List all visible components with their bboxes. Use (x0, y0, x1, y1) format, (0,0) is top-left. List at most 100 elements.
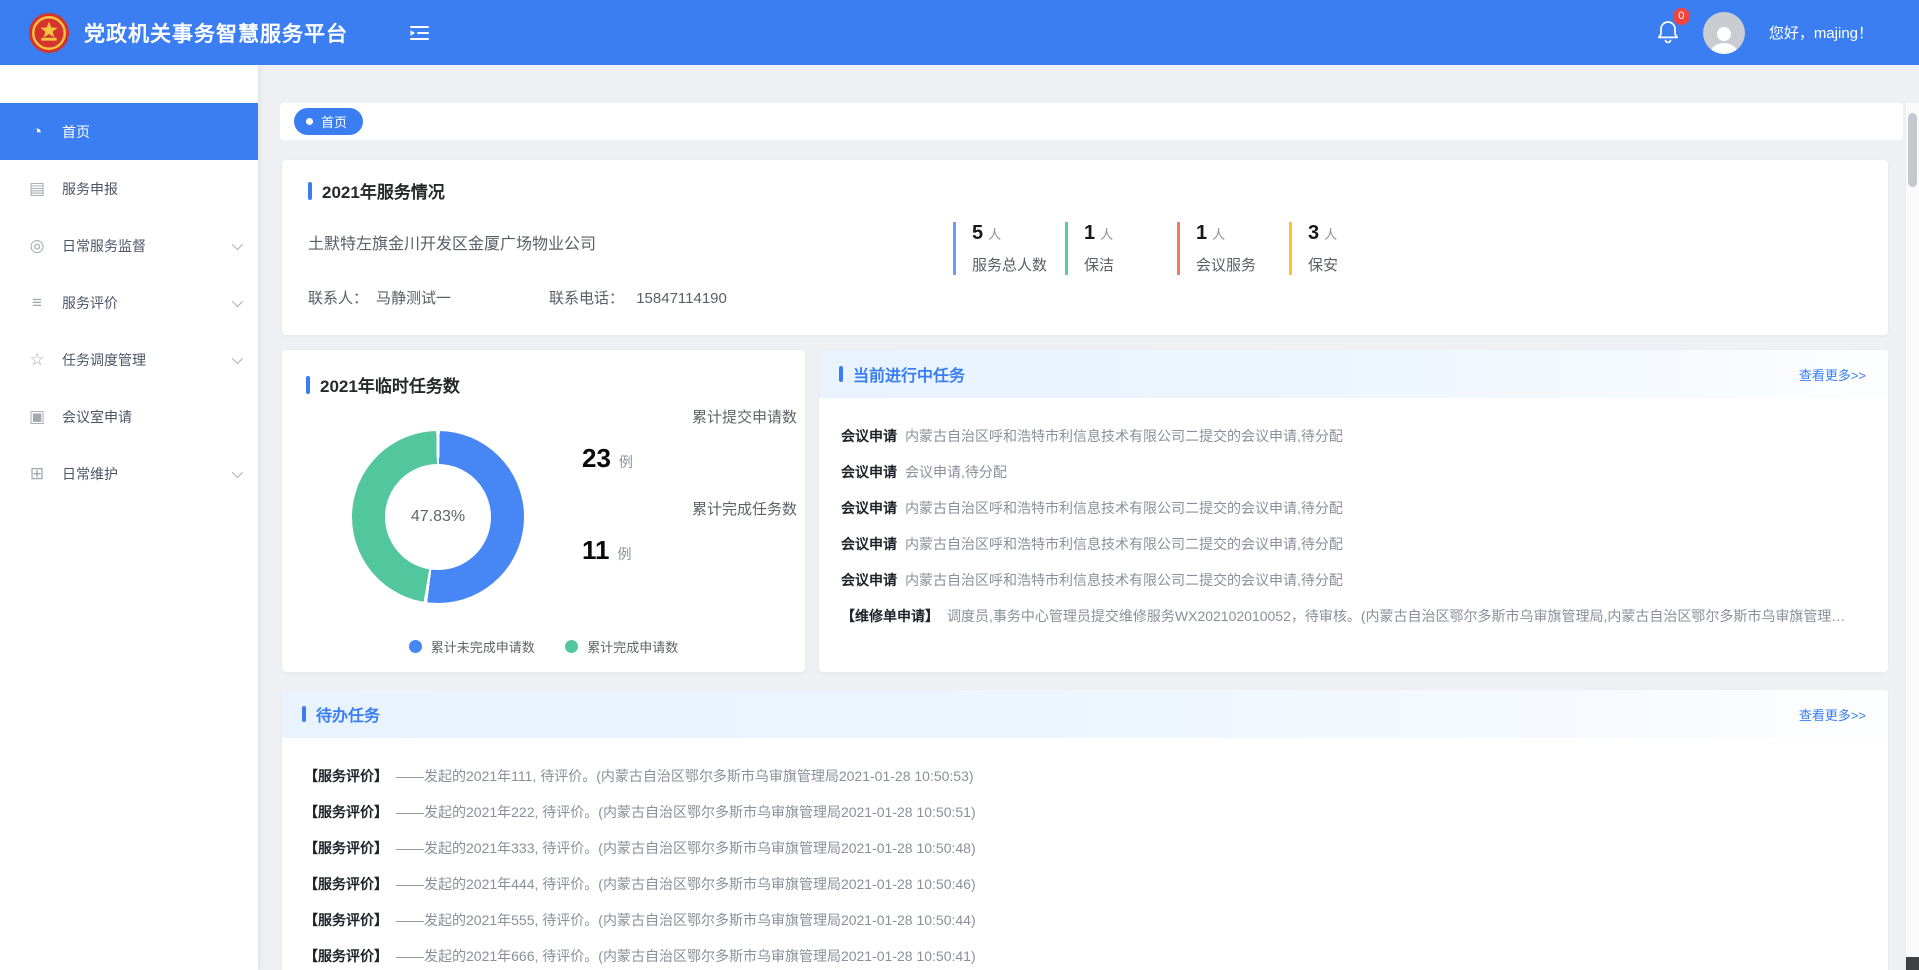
metric-label: 累计完成任务数 (582, 498, 797, 519)
contact-row: 联系人： 马静测试一 联系电话： 15847114190 (308, 287, 1862, 308)
monitor-icon: ◎ (26, 236, 48, 256)
todo-tasks-title: 待办任务 (316, 702, 380, 726)
dashboard-icon: ◔ (26, 122, 48, 142)
ongoing-task-list: 会议申请内蒙古自治区呼和浩特市利信息技术有限公司二提交的会议申请,待分配 会议申… (819, 398, 1888, 634)
stat-value: 5 (972, 222, 983, 244)
scrollbar-corner (1906, 957, 1919, 970)
header-actions: 0 您好，majing！ (1657, 12, 1873, 54)
ongoing-tasks-title: 当前进行中任务 (853, 362, 965, 386)
stat-unit: 人 (1324, 227, 1337, 242)
ongoing-tasks-header: 当前进行中任务 查看更多>> (819, 350, 1888, 398)
title-accent-bar (306, 376, 310, 394)
notification-badge: 0 (1673, 8, 1690, 25)
user-avatar[interactable] (1703, 12, 1745, 54)
todo-row[interactable]: 【服务评价】——发起的2021年111, 待评价。(内蒙古自治区鄂尔多斯市乌审旗… (304, 758, 1866, 794)
stat-block: 1人 会议服务 (1177, 222, 1289, 275)
chevron-down-icon (232, 352, 243, 363)
todo-text: ——发起的2021年666, 待评价。(内蒙古自治区鄂尔多斯市乌审旗管理局202… (396, 948, 976, 964)
sidebar-item[interactable]: ◎ 日常服务监督 (0, 217, 258, 274)
todo-text: ——发起的2021年555, 待评价。(内蒙古自治区鄂尔多斯市乌审旗管理局202… (396, 912, 976, 928)
task-text: 会议申请,待分配 (905, 464, 1007, 480)
notification-bell[interactable]: 0 (1657, 16, 1679, 49)
stat-value: 3 (1308, 222, 1319, 244)
sidebar-nav: ◔ 首页 ▤ 服务申报 ◎ 日常服务监督 ≡ 服务评价 (0, 65, 258, 970)
sidebar-item-label: 服务评价 (62, 293, 118, 313)
todo-row[interactable]: 【服务评价】——发起的2021年444, 待评价。(内蒙古自治区鄂尔多斯市乌审旗… (304, 866, 1866, 902)
service-stats: 5人 服务总人数 1人 保洁 1人 会议服务 3人 (953, 222, 1401, 275)
sidebar-item[interactable]: ▤ 服务申报 (0, 160, 258, 217)
task-tag: 会议申请 (841, 464, 897, 480)
todo-tag: 【服务评价】 (304, 948, 388, 964)
task-text: 内蒙古自治区呼和浩特市利信息技术有限公司二提交的会议申请,待分配 (905, 500, 1343, 516)
task-text: 调度员,事务中心管理员提交维修服务WX202102010052，待审核。(内蒙古… (947, 608, 1845, 624)
star-icon: ☆ (26, 350, 48, 370)
sidebar-item[interactable]: ☆ 任务调度管理 (0, 331, 258, 388)
scrollbar-thumb[interactable] (1908, 113, 1917, 187)
stat-block: 1人 保洁 (1065, 222, 1177, 275)
metric: 累计提交申请数 23例 (582, 406, 797, 474)
task-text: 内蒙古自治区呼和浩特市利信息技术有限公司二提交的会议申请,待分配 (905, 536, 1343, 552)
sidebar-item[interactable]: ⊞ 日常维护 (0, 445, 258, 502)
sidebar-item-label: 日常维护 (62, 464, 118, 484)
view-more-link[interactable]: 查看更多>> (1799, 365, 1866, 384)
todo-text: ——发起的2021年111, 待评价。(内蒙古自治区鄂尔多斯市乌审旗管理局202… (396, 768, 974, 784)
todo-text: ——发起的2021年333, 待评价。(内蒙古自治区鄂尔多斯市乌审旗管理局202… (396, 840, 976, 856)
todo-row[interactable]: 【服务评价】——发起的2021年222, 待评价。(内蒙古自治区鄂尔多斯市乌审旗… (304, 794, 1866, 830)
sidebar-item[interactable]: ▣ 会议室申请 (0, 388, 258, 445)
temp-task-chart-card: 2021年临时任务数 47.83% 累计提交申请数 23例 累计完成任务数 11… (282, 350, 805, 672)
task-row[interactable]: 会议申请内蒙古自治区呼和浩特市利信息技术有限公司二提交的会议申请,待分配 (841, 562, 1866, 598)
todo-row[interactable]: 【服务评价】——发起的2021年333, 待评价。(内蒙古自治区鄂尔多斯市乌审旗… (304, 830, 1866, 866)
legend-item[interactable]: 累计完成申请数 (565, 637, 678, 656)
overview-card-title: 2021年服务情况 (308, 178, 1862, 203)
task-row[interactable]: 【维修单申请】调度员,事务中心管理员提交维修服务WX202102010052，待… (841, 598, 1866, 634)
todo-row[interactable]: 【服务评价】 ——发起的2021年666, 待评价。(内蒙古自治区鄂尔多斯市乌审旗… (304, 938, 1866, 970)
task-row[interactable]: 会议申请内蒙古自治区呼和浩特市利信息技术有限公司二提交的会议申请,待分配 (841, 526, 1866, 562)
task-tag: 会议申请 (841, 536, 897, 552)
breadcrumb: 首页 (280, 103, 1903, 140)
metric: 累计完成任务数 11 例 (582, 498, 797, 566)
legend-dot-icon (565, 640, 578, 653)
metric-label: 累计提交申请数 (582, 406, 797, 427)
title-accent-bar (839, 366, 843, 382)
task-row[interactable]: 会议申请内蒙古自治区呼和浩特市利信息技术有限公司二提交的会议申请,待分配 (841, 490, 1866, 526)
stat-label: 保洁 (1084, 254, 1177, 275)
task-text: 内蒙古自治区呼和浩特市利信息技术有限公司二提交的会议申请,待分配 (905, 572, 1343, 588)
menu-fold-icon[interactable] (410, 25, 429, 41)
donut-center-label: 47.83% (385, 464, 491, 570)
task-row[interactable]: 会议申请会议申请,待分配 (841, 454, 1866, 490)
main-content: 首页 2021年服务情况 土默特左旗金川开发区金厦广场物业公司 联系人： 马静测… (258, 65, 1919, 970)
todo-text: ——发起的2021年444, 待评价。(内蒙古自治区鄂尔多斯市乌审旗管理局202… (396, 876, 976, 892)
sidebar-item[interactable]: ≡ 服务评价 (0, 274, 258, 331)
national-emblem-logo (28, 12, 70, 54)
legend-item[interactable]: 累计未完成申请数 (409, 637, 535, 656)
metric-value: 11 (582, 535, 610, 565)
todo-tasks-card: 待办任务 查看更多>> 【服务评价】——发起的2021年111, 待评价。(内蒙… (282, 690, 1888, 970)
metric-unit: 例 (618, 546, 632, 562)
form-icon: ▤ (26, 179, 48, 199)
stat-label: 服务总人数 (972, 254, 1065, 275)
task-tag: 会议申请 (841, 572, 897, 588)
view-more-link[interactable]: 查看更多>> (1799, 705, 1866, 724)
task-row[interactable]: 会议申请内蒙古自治区呼和浩特市利信息技术有限公司二提交的会议申请,待分配 (841, 418, 1866, 454)
service-overview-card: 2021年服务情况 土默特左旗金川开发区金厦广场物业公司 联系人： 马静测试一 … (282, 160, 1888, 335)
todo-row[interactable]: 【服务评价】——发起的2021年555, 待评价。(内蒙古自治区鄂尔多斯市乌审旗… (304, 902, 1866, 938)
legend-label: 累计未完成申请数 (431, 637, 535, 656)
sidebar-item-label: 会议室申请 (62, 407, 132, 427)
chevron-down-icon (232, 238, 243, 249)
stat-unit: 人 (1100, 227, 1113, 242)
metric-unit: 例 (619, 454, 633, 470)
sidebar-item[interactable]: ◔ 首页 (0, 103, 258, 160)
brand: 党政机关事务智慧服务平台 (28, 12, 348, 54)
app-title: 党政机关事务智慧服务平台 (84, 18, 348, 48)
app-header: 党政机关事务智慧服务平台 0 (0, 0, 1919, 65)
contact-name: 马静测试一 (376, 287, 451, 308)
stat-block: 5人 服务总人数 (953, 222, 1065, 275)
breadcrumb-tab-home[interactable]: 首页 (294, 108, 363, 135)
stat-label: 会议服务 (1196, 254, 1289, 275)
stat-unit: 人 (1212, 227, 1225, 242)
chart-card-title: 2021年临时任务数 (306, 372, 781, 397)
chevron-down-icon (232, 466, 243, 477)
contact-label: 联系人： (308, 287, 368, 308)
sidebar-item-label: 首页 (62, 122, 90, 142)
todo-text: ——发起的2021年222, 待评价。(内蒙古自治区鄂尔多斯市乌审旗管理局202… (396, 804, 976, 820)
